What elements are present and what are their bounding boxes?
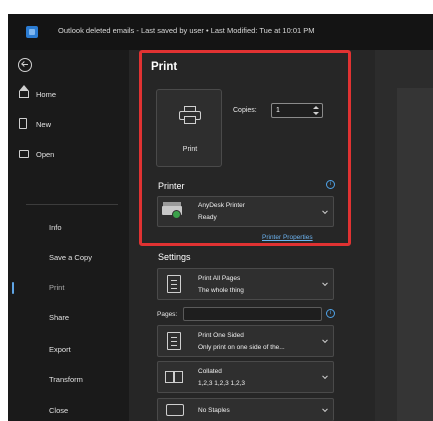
staple-icon <box>166 404 184 416</box>
sidebar-item-label: Open <box>36 150 55 159</box>
printer-name: AnyDesk Printer <box>198 202 245 209</box>
outlook-app-icon <box>26 26 38 38</box>
open-folder-icon <box>19 150 29 158</box>
sides-desc: Only print on one side of the... <box>198 344 285 351</box>
copies-stepper[interactable]: 1 <box>271 103 323 118</box>
collation-desc: 1,2,3 1,2,3 1,2,3 <box>198 380 245 387</box>
pages-icon <box>167 275 181 293</box>
print-button-label: Print <box>182 146 198 153</box>
chevron-down-icon <box>322 406 328 413</box>
copies-value: 1 <box>276 107 280 114</box>
collation-title: Collated <box>198 368 222 375</box>
printer-select[interactable]: AnyDesk Printer Ready <box>157 196 334 227</box>
collation-select[interactable]: Collated 1,2,3 1,2,3 1,2,3 <box>157 361 334 393</box>
sidebar-item-close[interactable]: Close <box>8 399 129 421</box>
sidebar-item-label: Home <box>36 90 57 99</box>
spin-arrows-icon[interactable] <box>313 105 319 116</box>
settings-section-title: Settings <box>158 252 191 262</box>
sides-select[interactable]: Print One Sided Only print on one side o… <box>157 325 334 357</box>
new-document-icon <box>19 118 27 129</box>
one-sided-icon <box>167 332 181 350</box>
sidebar-item-open[interactable]: Open <box>8 143 129 165</box>
print-preview-area <box>375 50 433 421</box>
sidebar-item-transform[interactable]: Transform <box>8 368 129 390</box>
sidebar-item-label: Info <box>49 223 62 232</box>
sidebar-item-label: Print <box>49 283 65 292</box>
printer-properties-link[interactable]: Printer Properties <box>262 234 313 241</box>
sidebar-item-label: Transform <box>49 375 83 384</box>
pages-label: Pages: <box>157 311 178 318</box>
print-range-select[interactable]: Print All Pages The whole thing <box>157 268 334 300</box>
sidebar-item-export[interactable]: Export <box>8 338 129 360</box>
print-button[interactable]: Print <box>156 89 222 167</box>
sides-title: Print One Sided <box>198 332 244 339</box>
selected-indicator <box>12 282 14 294</box>
page-title: Print <box>151 61 178 73</box>
sidebar-item-label: Save a Copy <box>49 253 92 262</box>
printer-status: Ready <box>198 214 217 221</box>
sidebar-item-label: New <box>36 120 52 129</box>
printer-section-title: Printer <box>158 181 185 191</box>
copies-label: Copies: <box>233 107 257 114</box>
info-icon[interactable]: i <box>326 180 335 189</box>
sidebar-item-label: Share <box>49 313 70 322</box>
back-arrow-icon[interactable] <box>18 58 32 72</box>
staples-title: No Staples <box>198 407 230 414</box>
collate-icon <box>164 368 186 386</box>
print-range-desc: The whole thing <box>198 287 244 294</box>
staples-select[interactable]: No Staples <box>157 398 334 421</box>
sidebar-item-save-a-copy[interactable]: Save a Copy <box>8 246 129 268</box>
backstage-sidebar: Home New Open Info Save a Copy Print Sha… <box>8 50 129 421</box>
chevron-down-icon <box>322 373 328 380</box>
title-bar: Outlook deleted emails - Last saved by u… <box>8 14 433 50</box>
preview-page <box>397 88 433 421</box>
printer-icon <box>179 106 201 124</box>
sidebar-item-label: Export <box>49 345 71 354</box>
pages-input[interactable] <box>183 307 322 321</box>
sidebar-item-share[interactable]: Share <box>8 306 129 328</box>
info-icon[interactable]: i <box>326 309 335 318</box>
sidebar-item-print[interactable]: Print <box>8 276 129 298</box>
chevron-down-icon <box>322 280 328 287</box>
printer-device-icon <box>162 202 182 219</box>
sidebar-item-info[interactable]: Info <box>8 216 129 238</box>
sidebar-item-label: Close <box>49 406 69 415</box>
document-title: Outlook deleted emails - Last saved by u… <box>58 26 315 35</box>
sidebar-item-new[interactable]: New <box>8 113 129 135</box>
print-range-title: Print All Pages <box>198 275 241 282</box>
chevron-down-icon <box>322 337 328 344</box>
sidebar-item-home[interactable]: Home <box>8 83 129 105</box>
sidebar-divider <box>26 204 118 205</box>
chevron-down-icon <box>322 207 328 214</box>
